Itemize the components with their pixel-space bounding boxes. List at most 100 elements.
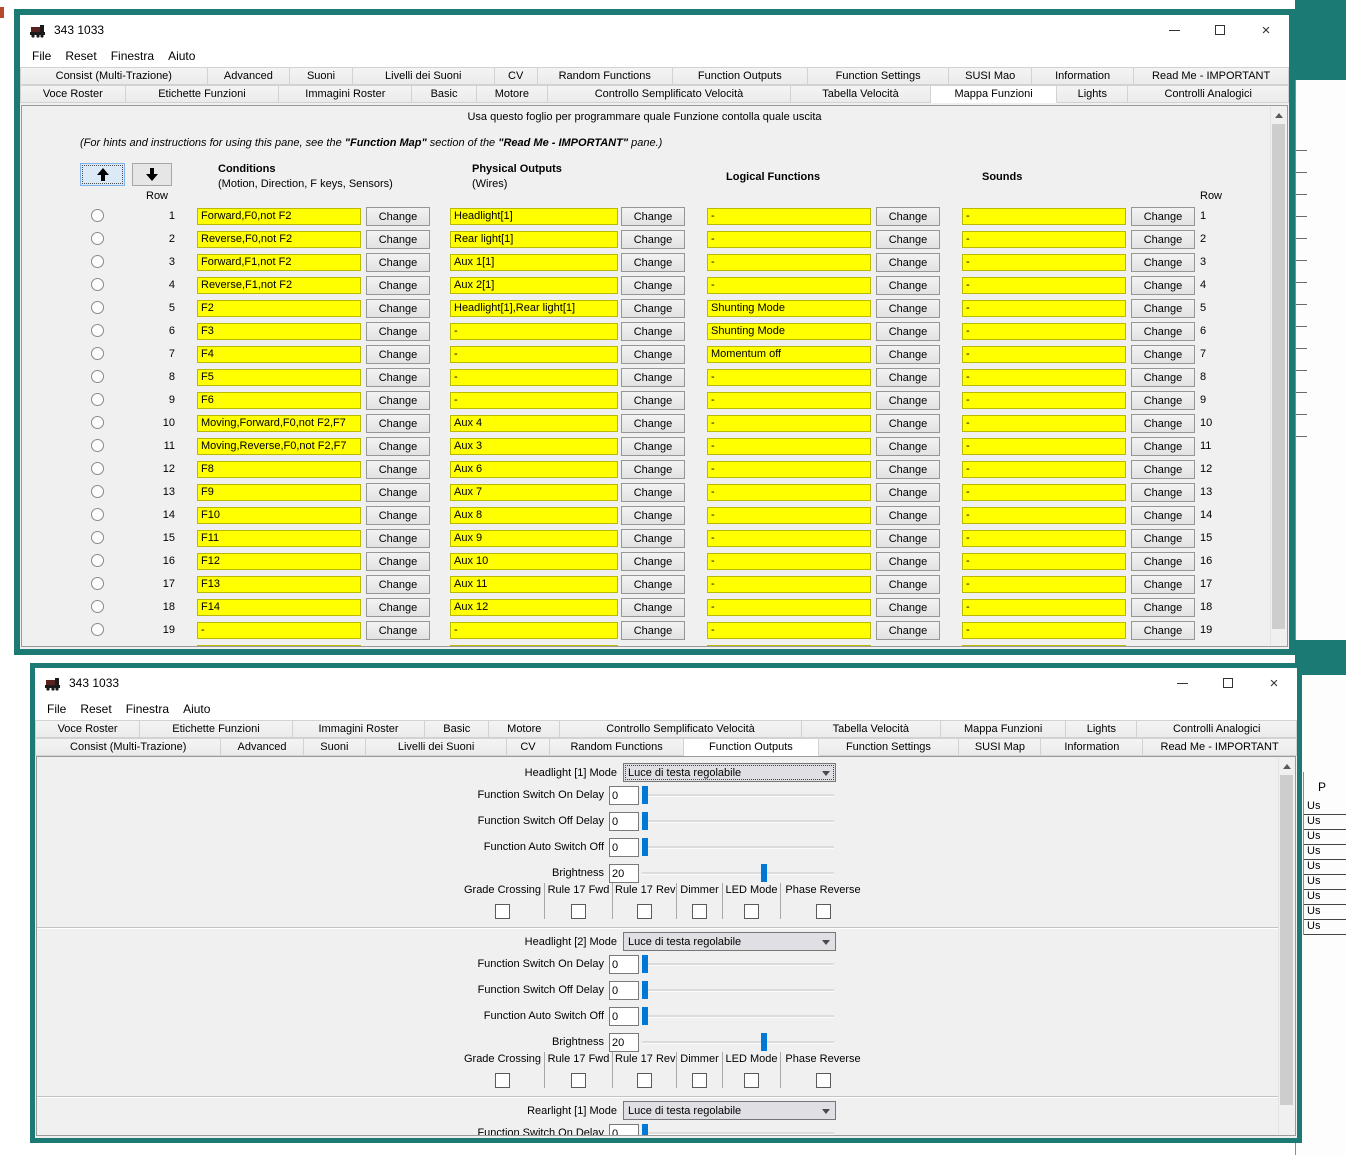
change-conditions-button[interactable]: Change (366, 253, 430, 272)
checkbox-grade-crossing[interactable] (495, 1073, 510, 1088)
change-conditions-button[interactable]: Change (366, 575, 430, 594)
tab-basic[interactable]: Basic (412, 85, 476, 103)
scroll-thumb[interactable] (1280, 775, 1293, 1105)
tab-cv[interactable]: CV (507, 738, 550, 756)
tab-suoni[interactable]: Suoni (304, 738, 367, 756)
change-sound-button[interactable]: Change (1131, 460, 1195, 479)
change-conditions-button[interactable]: Change (366, 299, 430, 318)
change-logical-button[interactable]: Change (876, 276, 940, 295)
tab-mappa-funzioni[interactable]: Mappa Funzioni (941, 720, 1067, 738)
field-input-function-switch-off-delay[interactable] (609, 981, 639, 1000)
menu-finestra[interactable]: Finestra (119, 699, 176, 719)
change-conditions-button[interactable]: Change (366, 460, 430, 479)
tab-etichette-funzioni[interactable]: Etichette Funzioni (140, 720, 293, 738)
menu-aiuto[interactable]: Aiuto (161, 46, 202, 66)
scroll-up-icon[interactable] (1271, 107, 1286, 123)
row-select-radio[interactable] (91, 600, 104, 613)
field-input-function-switch-on-delay[interactable] (609, 955, 639, 974)
field-slider[interactable] (642, 785, 834, 805)
tab-immagini-roster[interactable]: Immagini Roster (293, 720, 425, 738)
maximize-button[interactable] (1205, 668, 1251, 698)
tab-livelli-dei-suoni[interactable]: Livelli dei Suoni (353, 67, 495, 85)
tab-motore[interactable]: Motore (489, 720, 560, 738)
change-conditions-button[interactable]: Change (366, 621, 430, 640)
change-output-button[interactable]: Change (621, 414, 685, 433)
maximize-button[interactable] (1197, 15, 1243, 45)
tab-susi-map[interactable]: SUSI Map (959, 738, 1041, 756)
field-slider[interactable] (642, 1032, 834, 1052)
menu-file[interactable]: File (40, 699, 73, 719)
checkbox-rule-17-fwd[interactable] (571, 1073, 586, 1088)
change-output-button[interactable]: Change (621, 345, 685, 364)
tab-controllo-semplificato-velocit[interactable]: Controllo Semplificato Velocità (548, 85, 791, 103)
change-sound-button[interactable]: Change (1131, 575, 1195, 594)
menu-reset[interactable]: Reset (58, 46, 103, 66)
field-input-function-switch-on-delay[interactable] (609, 1124, 639, 1136)
change-conditions-button[interactable]: Change (366, 276, 430, 295)
change-logical-button[interactable]: Change (876, 414, 940, 433)
tab-immagini-roster[interactable]: Immagini Roster (279, 85, 412, 103)
change-output-button[interactable]: Change (621, 368, 685, 387)
change-logical-button[interactable]: Change (876, 483, 940, 502)
change-conditions-button[interactable]: Change (366, 368, 430, 387)
row-select-radio[interactable] (91, 531, 104, 544)
change-logical-button[interactable]: Change (876, 368, 940, 387)
change-output-button[interactable]: Change (621, 276, 685, 295)
field-slider[interactable] (642, 837, 834, 857)
tab-basic[interactable]: Basic (425, 720, 489, 738)
tab-function-settings[interactable]: Function Settings (808, 67, 950, 85)
change-logical-button[interactable]: Change (876, 437, 940, 456)
menu-finestra[interactable]: Finestra (104, 46, 161, 66)
field-slider[interactable] (642, 980, 834, 1000)
close-button[interactable]: × (1251, 668, 1297, 698)
change-logical-button[interactable]: Change (876, 575, 940, 594)
change-output-button[interactable]: Change (621, 437, 685, 456)
minimize-button[interactable] (1159, 668, 1205, 698)
slider-thumb[interactable] (642, 1124, 648, 1136)
tab-controlli-analogici[interactable]: Controlli Analogici (1128, 85, 1289, 103)
close-button[interactable]: × (1243, 15, 1289, 45)
checkbox-rule-17-rev[interactable] (637, 904, 652, 919)
tab-consist-multi-trazione[interactable]: Consist (Multi-Trazione) (35, 738, 221, 756)
row-select-radio[interactable] (91, 370, 104, 383)
change-conditions-button[interactable]: Change (366, 207, 430, 226)
tab-voce-roster[interactable]: Voce Roster (35, 720, 140, 738)
row-select-radio[interactable] (91, 623, 104, 636)
field-slider[interactable] (642, 811, 834, 831)
field-input-function-switch-on-delay[interactable] (609, 786, 639, 805)
checkbox-led-mode[interactable] (744, 1073, 759, 1088)
tab-livelli-dei-suoni[interactable]: Livelli dei Suoni (366, 738, 507, 756)
mode-select[interactable]: Luce di testa regolabile (623, 1101, 836, 1120)
change-conditions-button[interactable]: Change (366, 552, 430, 571)
change-output-button[interactable]: Change (621, 621, 685, 640)
tab-lights[interactable]: Lights (1066, 720, 1137, 738)
change-logical-button[interactable]: Change (876, 621, 940, 640)
change-logical-button[interactable]: Change (876, 598, 940, 617)
checkbox-dimmer[interactable] (692, 1073, 707, 1088)
change-logical-button[interactable]: Change (876, 391, 940, 410)
mode-select[interactable]: Luce di testa regolabile (623, 932, 836, 951)
tab-consist-multi-trazione[interactable]: Consist (Multi-Trazione) (20, 67, 208, 85)
tab-controllo-semplificato-velocit[interactable]: Controllo Semplificato Velocità (560, 720, 802, 738)
change-output-button[interactable]: Change (621, 552, 685, 571)
change-sound-button[interactable]: Change (1131, 345, 1195, 364)
change-conditions-button[interactable]: Change (366, 483, 430, 502)
move-row-up-button[interactable] (80, 163, 125, 186)
tab-controlli-analogici[interactable]: Controlli Analogici (1137, 720, 1297, 738)
tab-motore[interactable]: Motore (477, 85, 548, 103)
change-sound-button[interactable]: Change (1131, 529, 1195, 548)
tab-read-me-important[interactable]: Read Me - IMPORTANT (1134, 67, 1289, 85)
checkbox-rule-17-fwd[interactable] (571, 904, 586, 919)
row-select-radio[interactable] (91, 577, 104, 590)
tab-function-outputs[interactable]: Function Outputs (684, 738, 818, 756)
row-select-radio[interactable] (91, 439, 104, 452)
slider-thumb[interactable] (642, 981, 648, 999)
change-sound-button[interactable]: Change (1131, 391, 1195, 410)
change-logical-button[interactable]: Change (876, 253, 940, 272)
change-sound-button[interactable]: Change (1131, 437, 1195, 456)
tab-susi-mao[interactable]: SUSI Mao (949, 67, 1032, 85)
change-output-button[interactable]: Change (621, 253, 685, 272)
tab-tabella-velocit[interactable]: Tabella Velocità (791, 85, 931, 103)
change-conditions-button[interactable]: Change (366, 345, 430, 364)
slider-thumb[interactable] (761, 864, 767, 882)
